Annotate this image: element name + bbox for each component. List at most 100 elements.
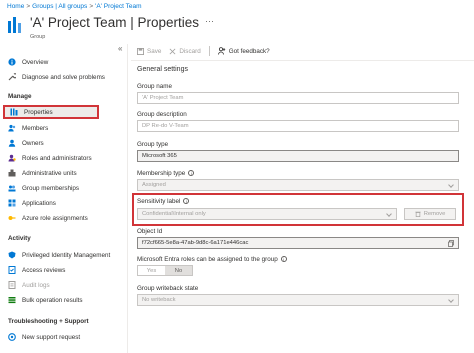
general-settings-heading: General settings	[137, 66, 188, 73]
feedback-icon	[217, 47, 225, 55]
sidebar-item-pim[interactable]: Privileged Identity Management	[8, 249, 110, 261]
toggle-no: No	[165, 266, 192, 275]
page-title: 'A' Project Team | Properties ···	[30, 15, 214, 30]
membership-type-label: Membership type i	[137, 170, 195, 177]
feedback-button[interactable]: Got feedback?	[217, 47, 270, 55]
save-button[interactable]: Save	[137, 47, 162, 55]
info-icon	[8, 58, 16, 66]
group-memberships-icon	[8, 185, 16, 192]
sidebar-item-label: Bulk operation results	[22, 296, 83, 304]
entra-roles-toggle: Yes No	[137, 265, 193, 276]
page-header: 'A' Project Team | Properties ··· Group	[8, 14, 468, 42]
save-icon	[137, 47, 144, 55]
breadcrumb-current[interactable]: 'A' Project Team	[95, 3, 141, 10]
sidebar-item-label: Applications	[22, 199, 56, 207]
discard-button-label: Discard	[179, 47, 201, 55]
admin-units-icon	[8, 169, 16, 177]
sidebar-item-label: Azure role assignments	[22, 214, 88, 222]
breadcrumb: Home > Groups | All groups > 'A' Project Tea…	[7, 3, 142, 10]
members-icon	[8, 124, 16, 132]
sidebar-item-group-memberships[interactable]: Group memberships	[8, 182, 79, 194]
breadcrumb-separator: >	[26, 3, 31, 10]
sidebar-item-admin-units[interactable]: Administrative units	[8, 167, 77, 179]
breadcrumb-home[interactable]: Home	[7, 3, 24, 10]
pim-icon	[8, 251, 16, 259]
command-bar: Save Discard Got feedback?	[137, 44, 278, 58]
sidebar-item-roles[interactable]: Roles and administrators	[8, 152, 92, 164]
writeback-dropdown: No writeback	[137, 294, 459, 306]
sidebar-item-properties[interactable]: Properties	[3, 105, 99, 119]
info-icon: i	[188, 170, 195, 176]
object-id-value: f72cf665-5e8a-47ab-9d8c-6a171e446cac	[142, 240, 249, 246]
applications-icon	[8, 199, 16, 207]
writeback-label: Group writeback state	[137, 285, 199, 292]
page-title-text: 'A' Project Team | Properties	[30, 15, 199, 30]
bulk-operations-icon	[8, 297, 16, 304]
group-type-field: Microsoft 365	[137, 150, 459, 162]
breadcrumb-groups[interactable]: Groups | All groups	[32, 3, 87, 10]
membership-type-label-text: Membership type	[137, 170, 186, 177]
sidebar-item-label: Access reviews	[22, 266, 66, 274]
object-id-field: f72cf665-5e8a-47ab-9d8c-6a171e446cac	[137, 237, 459, 249]
group-name-label: Group name	[137, 83, 173, 90]
sidebar-item-label: Diagnose and solve problems	[22, 73, 105, 81]
sensitivity-label-dropdown: Confidential\Internal only	[137, 208, 397, 220]
membership-type-dropdown: Assigned	[137, 179, 459, 191]
discard-button[interactable]: Discard	[169, 47, 201, 55]
sidebar-item-azure-roles[interactable]: Azure role assignments	[8, 212, 88, 224]
toolbar-divider	[208, 46, 210, 56]
sidebar-item-label: Roles and administrators	[22, 154, 92, 162]
sidebar-section-manage: Manage	[8, 93, 32, 100]
sidebar-item-bulk-operations[interactable]: Bulk operation results	[8, 294, 83, 306]
sidebar-section-activity: Activity	[8, 235, 31, 242]
sensitivity-label-label: Sensitivity label i	[137, 198, 190, 205]
wrench-icon	[8, 73, 16, 81]
toggle-yes: Yes	[146, 267, 157, 274]
sidebar-item-members[interactable]: Members	[8, 122, 48, 134]
entra-roles-label-text: Microsoft Entra roles can be assigned to…	[137, 256, 278, 263]
group-description-field[interactable]: DP Re-do V-Team	[137, 120, 459, 132]
sidebar-item-diagnose[interactable]: Diagnose and solve problems	[8, 71, 105, 83]
sidebar-item-owners[interactable]: Owners	[8, 137, 44, 149]
group-type-label: Group type	[137, 141, 169, 148]
roles-icon	[8, 154, 16, 162]
sidebar-item-label: Audit logs	[22, 281, 50, 289]
audit-logs-icon	[8, 281, 16, 289]
sidebar-item-label: Owners	[22, 139, 44, 147]
feedback-button-label: Got feedback?	[228, 47, 270, 55]
remove-button-label: Remove	[423, 211, 446, 217]
info-icon: i	[280, 256, 287, 262]
group-name-field[interactable]: 'A' Project Team	[137, 92, 459, 104]
sidebar-item-label: Members	[22, 124, 49, 132]
toolbar-divider-line	[131, 60, 474, 61]
object-id-label: Object Id	[137, 228, 163, 235]
owners-icon	[8, 139, 16, 147]
sidebar-item-label: Group memberships	[22, 184, 80, 192]
info-icon: i	[183, 198, 190, 204]
sidebar-item-label: New support request	[22, 333, 81, 341]
sidebar-item-applications[interactable]: Applications	[8, 197, 56, 209]
sidebar-item-overview[interactable]: Overview	[8, 56, 48, 68]
more-options-icon[interactable]: ···	[205, 16, 214, 26]
sidebar-item-new-support-request[interactable]: New support request	[8, 331, 80, 343]
sidebar-section-troubleshooting: Troubleshooting + Support	[8, 318, 89, 325]
sidebar: « Overview Diagnose and solve problems M…	[0, 44, 128, 353]
properties-icon	[10, 108, 18, 116]
close-icon	[169, 48, 176, 54]
sidebar-item-access-reviews[interactable]: Access reviews	[8, 264, 65, 276]
sidebar-item-label: Privileged Identity Management	[22, 251, 111, 259]
access-reviews-icon	[8, 266, 16, 274]
breadcrumb-separator: >	[89, 3, 94, 10]
copy-icon[interactable]	[448, 240, 454, 247]
entra-roles-label: Microsoft Entra roles can be assigned to…	[137, 256, 287, 263]
collapse-sidebar-icon[interactable]: «	[118, 44, 122, 53]
sidebar-item-audit-logs[interactable]: Audit logs	[8, 279, 50, 291]
sensitivity-label-text: Sensitivity label	[137, 198, 181, 205]
key-icon	[8, 216, 16, 220]
sidebar-item-label: Overview	[22, 58, 49, 66]
delete-icon	[415, 211, 421, 217]
group-description-label: Group description	[137, 111, 187, 118]
sidebar-item-label: Properties	[24, 108, 53, 116]
save-button-label: Save	[147, 47, 162, 55]
support-icon	[8, 333, 16, 341]
